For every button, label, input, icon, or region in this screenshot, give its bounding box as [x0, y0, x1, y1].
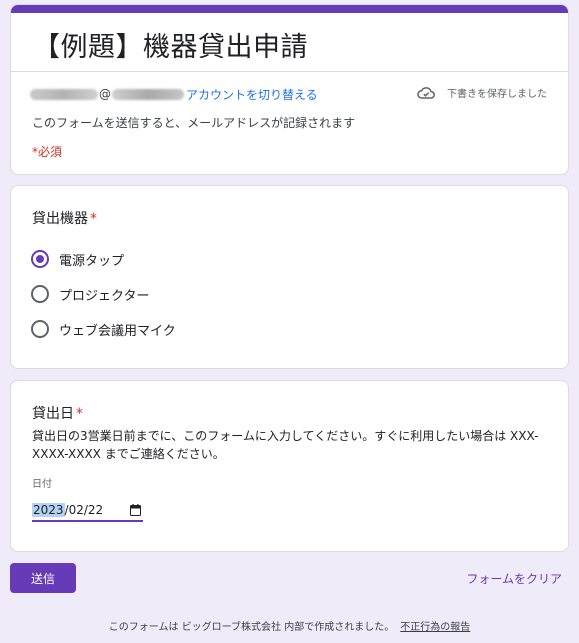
question-title-text: 貸出日	[32, 406, 74, 422]
question-title: 貸出日 *	[32, 403, 83, 423]
radio-label: ウェブ会議用マイク	[59, 323, 176, 339]
radio-button[interactable]	[31, 320, 49, 338]
submit-button[interactable]: 送信	[10, 563, 76, 593]
footer-note-text: このフォームは ビッグローブ株式会社 内部で作成されました。	[108, 622, 395, 633]
footer-note: このフォームは ビッグローブ株式会社 内部で作成されました。 不正行為の報告	[0, 618, 579, 633]
header-divider	[11, 71, 568, 72]
date-field-label: 日付	[32, 479, 52, 490]
required-note: *必須	[32, 145, 63, 159]
question-card-date: 貸出日 * 貸出日の3営業日前までに、このフォームに入力してください。すぐに利用し…	[10, 380, 569, 552]
question-description: 貸出日の3営業日前までに、このフォームに入力してください。すぐに利用したい場合は…	[32, 429, 539, 461]
date-input[interactable]: 2023/02/22	[32, 500, 143, 522]
switch-account-link[interactable]: アカウントを切り替える	[186, 86, 318, 103]
draft-status: 下書きを保存しました	[417, 85, 547, 100]
radio-option-projector[interactable]: プロジェクター	[31, 284, 149, 304]
required-star: *	[76, 406, 83, 422]
clear-form-button[interactable]: フォームをクリア	[466, 570, 562, 587]
radio-option-power-strip[interactable]: 電源タップ	[31, 249, 124, 269]
email-at-sign: @	[99, 87, 111, 101]
date-month-day-segment[interactable]: /02/22	[65, 503, 104, 517]
question-title: 貸出機器 *	[32, 208, 97, 228]
radio-button-checked[interactable]	[31, 250, 49, 268]
redacted-email-domain	[112, 88, 184, 100]
redacted-email-user	[30, 88, 98, 100]
radio-label: プロジェクター	[59, 288, 150, 304]
header-accent-bar	[11, 5, 568, 13]
required-star: *	[90, 211, 97, 227]
form-title: 【例題】機器貸出申請	[33, 32, 308, 63]
email-record-note: このフォームを送信すると、メールアドレスが記録されます	[32, 116, 356, 130]
report-abuse-link[interactable]: 不正行為の報告	[400, 622, 470, 633]
question-title-text: 貸出機器	[32, 211, 88, 227]
calendar-icon[interactable]	[130, 504, 141, 516]
date-year-segment[interactable]: 2023	[32, 503, 65, 517]
form-header-card: 【例題】機器貸出申請 @ アカウントを切り替える 下書きを保存しました このフォ…	[10, 4, 569, 175]
draft-status-text: 下書きを保存しました	[447, 89, 547, 100]
account-row: @ アカウントを切り替える	[30, 85, 318, 103]
radio-button[interactable]	[31, 285, 49, 303]
radio-option-web-mic[interactable]: ウェブ会議用マイク	[31, 319, 176, 339]
date-value: 2023/02/22	[32, 503, 103, 517]
radio-label: 電源タップ	[59, 253, 125, 269]
cloud-check-icon	[417, 87, 435, 99]
question-card-device: 貸出機器 * 電源タップ プロジェクター ウェブ会議用マイク	[10, 185, 569, 369]
